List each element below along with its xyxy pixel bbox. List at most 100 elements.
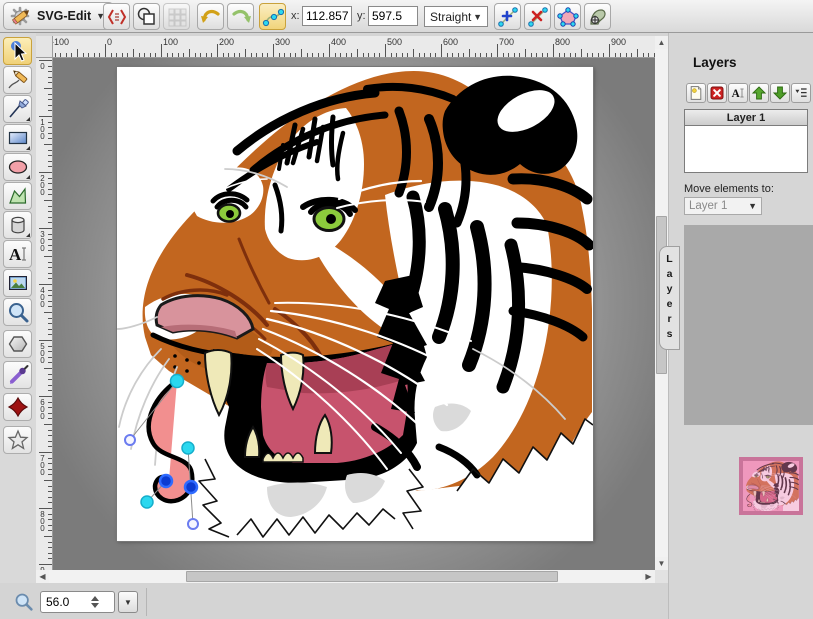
move-layer-up-button[interactable] xyxy=(749,83,769,103)
x-coordinate-input[interactable] xyxy=(302,6,352,26)
polygon-tool-button[interactable] xyxy=(3,330,32,358)
layers-panel-title: Layers xyxy=(693,55,737,70)
layer-list-body[interactable] xyxy=(684,126,808,173)
move-elements-value: Layer 1 xyxy=(689,200,727,212)
ruler-label: 400 xyxy=(331,37,346,47)
canvas-workspace[interactable] xyxy=(53,58,655,570)
shape-red-tool-button[interactable] xyxy=(3,393,32,421)
control-handle[interactable] xyxy=(188,519,198,529)
shapes-icon xyxy=(136,6,158,28)
star-icon xyxy=(6,428,30,452)
magnifier-icon xyxy=(13,591,34,612)
zoom-tool-button[interactable] xyxy=(3,298,32,326)
logo-label: SVG-Edit xyxy=(37,9,91,23)
path-nodes-icon xyxy=(262,6,284,28)
ruler-label: 900 xyxy=(611,37,626,47)
line-tool-button[interactable] xyxy=(3,95,32,123)
svg-canvas-page[interactable] xyxy=(117,67,593,541)
scroll-down-arrow-icon[interactable]: ▼ xyxy=(655,557,668,570)
ruler-label: 500 xyxy=(387,37,402,47)
horizontal-scrollbar[interactable]: ◀ ▶ xyxy=(36,570,655,583)
pencil-tool-button[interactable] xyxy=(3,66,32,94)
zoom-preset-dropdown-button[interactable]: ▼ xyxy=(118,591,138,613)
path-node-selected[interactable] xyxy=(160,475,172,487)
main-menu-button[interactable]: SVG-Edit ▼ xyxy=(3,2,114,30)
move-layer-down-button[interactable] xyxy=(770,83,790,103)
path-tool-button[interactable] xyxy=(3,182,32,210)
rename-layer-button[interactable]: A xyxy=(728,83,748,103)
path-node-selected[interactable] xyxy=(185,481,197,493)
chevron-down-icon: ▼ xyxy=(748,201,757,211)
new-layer-icon xyxy=(688,85,704,101)
document-shapes-button[interactable] xyxy=(133,3,160,30)
source-code-button[interactable] xyxy=(103,3,130,30)
layer-row-selected[interactable]: Layer 1 xyxy=(684,109,808,126)
text-tool-button[interactable]: A xyxy=(3,240,32,268)
eyedropper-icon xyxy=(6,363,30,387)
delete-node-button[interactable] xyxy=(524,3,551,30)
ruler-label: 700 xyxy=(38,454,47,475)
chevron-down-icon: ▼ xyxy=(473,12,482,22)
ellipse-tool-button[interactable] xyxy=(3,153,32,181)
zoom-level-spinner xyxy=(40,591,115,613)
eyedropper-tool-button[interactable] xyxy=(3,361,32,389)
ruler-label: 800 xyxy=(555,37,570,47)
layers-panel-toggle-tab[interactable]: Layers xyxy=(659,246,680,350)
ruler-label: 300 xyxy=(38,230,47,251)
submenu-arrow-icon xyxy=(26,233,30,237)
control-handle[interactable] xyxy=(125,435,135,445)
add-node-icon xyxy=(497,6,519,28)
delete-layer-icon xyxy=(709,85,725,101)
scrollbar-corner xyxy=(655,570,668,583)
path-node[interactable] xyxy=(141,496,153,508)
tools-sidebar: A xyxy=(0,33,36,619)
layer-menu-icon xyxy=(793,85,809,101)
reorient-path-button[interactable] xyxy=(584,3,611,30)
delete-layer-button[interactable] xyxy=(707,83,727,103)
scroll-left-arrow-icon[interactable]: ◀ xyxy=(36,570,49,583)
grid-icon xyxy=(166,6,188,28)
ruler-label: 400 xyxy=(38,286,47,307)
path-node[interactable] xyxy=(182,442,194,454)
open-close-path-button[interactable] xyxy=(554,3,581,30)
shape-library-tool-button[interactable] xyxy=(3,211,32,239)
scroll-right-arrow-icon[interactable]: ▶ xyxy=(642,570,655,583)
pencil-logo-icon xyxy=(8,4,32,28)
new-layer-button[interactable] xyxy=(686,83,706,103)
canvas-artwork[interactable] xyxy=(117,67,593,541)
grid-button[interactable] xyxy=(163,3,190,30)
redo-button[interactable] xyxy=(227,3,254,30)
add-node-button[interactable] xyxy=(494,3,521,30)
select-tool-button[interactable] xyxy=(3,37,32,65)
ruler-label: 500 xyxy=(38,342,47,363)
path-edit-mode-button[interactable] xyxy=(259,3,286,30)
move-elements-select[interactable]: Layer 1 ▼ xyxy=(684,197,762,215)
zoom-level-input[interactable] xyxy=(41,595,89,609)
undo-arrow-icon xyxy=(200,6,222,28)
svg-source-icon xyxy=(106,6,128,28)
ruler-corner xyxy=(36,36,53,58)
layers-panel: Layers Layers A xyxy=(668,33,813,619)
cursor-icon xyxy=(6,39,30,63)
image-icon xyxy=(6,271,30,295)
spinner-arrows-icon[interactable] xyxy=(91,596,99,608)
ruler-label: 100 xyxy=(163,37,178,47)
scroll-up-arrow-icon[interactable]: ▲ xyxy=(655,36,668,49)
star-tool-button[interactable] xyxy=(3,426,32,454)
ruler-label: 200 xyxy=(219,37,234,47)
x-coordinate-label: x: xyxy=(291,10,300,22)
submenu-arrow-icon xyxy=(26,146,30,150)
submenu-arrow-icon xyxy=(26,117,30,121)
y-coordinate-input[interactable] xyxy=(368,6,418,26)
rect-tool-button[interactable] xyxy=(3,124,32,152)
layer-menu-button[interactable] xyxy=(791,83,811,103)
reorient-icon xyxy=(587,6,609,28)
segment-type-select[interactable]: Straight ▼ xyxy=(424,6,488,27)
path-node[interactable] xyxy=(171,375,184,388)
move-elements-label: Move elements to: xyxy=(684,183,774,195)
svg-text:A: A xyxy=(732,88,740,100)
undo-button[interactable] xyxy=(197,3,224,30)
ruler-label: 600 xyxy=(38,398,47,419)
horizontal-scrollbar-thumb[interactable] xyxy=(186,571,558,582)
image-tool-button[interactable] xyxy=(3,269,32,297)
